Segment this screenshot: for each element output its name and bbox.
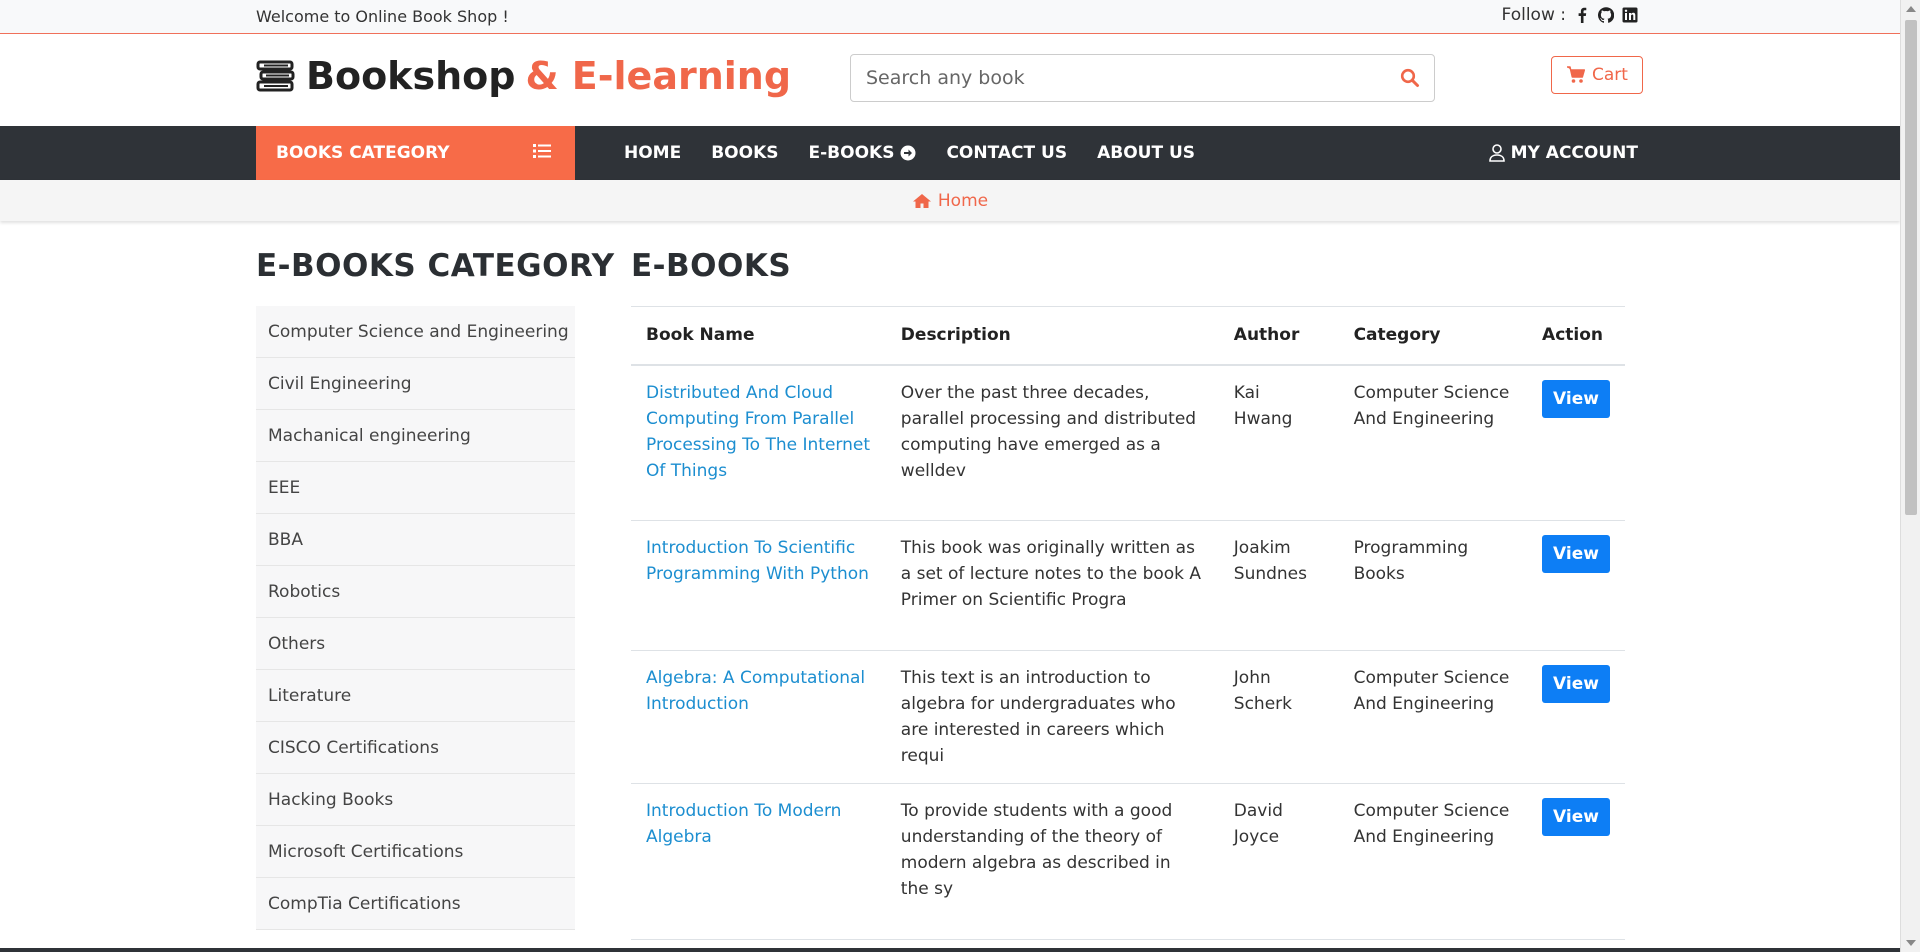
book-author: Kai Hwang	[1218, 364, 1339, 521]
books-icon	[256, 60, 295, 92]
book-name-link[interactable]: Introduction To Modern Algebra	[631, 783, 886, 940]
ebooks-table: Book Name Description Author Category Ac…	[631, 306, 1625, 940]
nav-books[interactable]: BOOKS	[711, 143, 778, 163]
category-item[interactable]: EEE	[256, 462, 575, 514]
book-name-link[interactable]: Distributed And Cloud Computing From Par…	[631, 364, 886, 521]
books-category-button[interactable]: BOOKS CATEGORY	[256, 126, 575, 180]
action-cell: View	[1527, 783, 1625, 940]
column-header: Description	[885, 306, 1219, 366]
view-button[interactable]: View	[1542, 379, 1610, 418]
logo-accent-text: & E-learning	[525, 54, 792, 98]
table-row: Distributed And Cloud Computing From Par…	[631, 364, 1625, 521]
facebook-icon[interactable]	[1574, 7, 1590, 23]
book-name-link[interactable]: Introduction To Scientific Programming W…	[631, 520, 886, 651]
nav-ebooks-label: E-BOOKS	[808, 143, 895, 163]
nav-items: HOME BOOKS E-BOOKS CONTACT US ABOUT US	[624, 126, 1225, 180]
sidebar-title: E-BOOKS CATEGORY	[256, 248, 615, 284]
column-header: Category	[1338, 306, 1528, 366]
category-item[interactable]: CISCO Certifications	[256, 722, 575, 774]
book-category: Computer Science And Engineering	[1338, 650, 1528, 784]
cart-icon	[1567, 66, 1586, 83]
book-author: John Scherk	[1218, 650, 1339, 784]
book-description: Over the past three decades, parallel pr…	[885, 364, 1219, 521]
breadcrumb: Home	[0, 180, 1900, 221]
column-header: Author	[1218, 306, 1339, 366]
header: Bookshop & E-learning Cart	[0, 34, 1900, 126]
user-icon	[1488, 144, 1505, 162]
book-description: This text is an introduction to algebra …	[885, 650, 1219, 784]
category-list: Computer Science and Engineering Civil E…	[256, 306, 575, 930]
logo-main-text: Bookshop	[306, 54, 516, 98]
nav-about[interactable]: ABOUT US	[1097, 143, 1195, 163]
category-item[interactable]: Computer Science and Engineering	[256, 306, 575, 358]
page-scrollbar[interactable]	[1900, 0, 1920, 952]
book-description: To provide students with a good understa…	[885, 783, 1219, 940]
category-item[interactable]: Hacking Books	[256, 774, 575, 826]
nav-contact[interactable]: CONTACT US	[946, 143, 1067, 163]
view-button[interactable]: View	[1542, 798, 1610, 836]
column-header: Action	[1527, 306, 1625, 366]
list-icon	[533, 144, 551, 158]
search-box	[850, 54, 1435, 102]
cart-button[interactable]: Cart	[1551, 56, 1643, 94]
nav-home[interactable]: HOME	[624, 143, 681, 163]
books-category-label: BOOKS CATEGORY	[276, 143, 450, 163]
view-button[interactable]: View	[1542, 665, 1610, 703]
table-header-row: Book Name Description Author Category Ac…	[631, 306, 1625, 366]
arrow-circle-right-icon	[900, 145, 916, 161]
book-author: Joakim Sundnes	[1218, 520, 1339, 651]
category-item[interactable]: Others	[256, 618, 575, 670]
category-item[interactable]: Machanical engineering	[256, 410, 575, 462]
scroll-up-arrow-icon[interactable]	[1906, 6, 1916, 12]
category-item[interactable]: Microsoft Certifications	[256, 826, 575, 878]
book-description: This book was originally written as a se…	[885, 520, 1219, 651]
book-category: Computer Science And Engineering	[1338, 783, 1528, 940]
github-icon[interactable]	[1598, 7, 1614, 23]
cart-label: Cart	[1592, 65, 1628, 85]
scrollbar-thumb[interactable]	[1905, 20, 1917, 515]
site-logo[interactable]: Bookshop & E-learning	[256, 54, 791, 98]
follow-label: Follow :	[1501, 5, 1566, 25]
category-item[interactable]: Civil Engineering	[256, 358, 575, 410]
main-nav: BOOKS CATEGORY HOME BOOKS E-BOOKS CONTAC…	[0, 126, 1900, 180]
table-row: Introduction To Modern Algebra To provid…	[631, 783, 1625, 940]
search-icon[interactable]	[1400, 68, 1420, 88]
bottom-strip	[0, 948, 1900, 952]
view-button[interactable]: View	[1542, 535, 1610, 573]
top-bar: Welcome to Online Book Shop ! Follow :	[0, 0, 1900, 34]
column-header: Book Name	[631, 306, 886, 366]
category-item[interactable]: BBA	[256, 514, 575, 566]
book-category: Programming Books	[1338, 520, 1528, 651]
home-icon	[912, 193, 931, 208]
book-author: David Joyce	[1218, 783, 1339, 940]
category-item[interactable]: CompTia Certifications	[256, 878, 575, 930]
table-row: Introduction To Scientific Programming W…	[631, 520, 1625, 651]
my-account-link[interactable]: MY ACCOUNT	[1488, 126, 1638, 180]
breadcrumb-home[interactable]: Home	[938, 191, 988, 211]
follow-links: Follow :	[1502, 5, 1638, 25]
nav-ebooks[interactable]: E-BOOKS	[809, 143, 917, 163]
action-cell: View	[1527, 364, 1625, 521]
category-item[interactable]: Literature	[256, 670, 575, 722]
action-cell: View	[1527, 520, 1625, 651]
search-input[interactable]	[851, 55, 1371, 101]
welcome-text: Welcome to Online Book Shop !	[256, 7, 509, 26]
scroll-down-arrow-icon[interactable]	[1906, 940, 1916, 946]
book-name-link[interactable]: Algebra: A Computational Introduction	[631, 650, 886, 784]
book-category: Computer Science And Engineering	[1338, 364, 1528, 521]
page-title: E-BOOKS	[631, 248, 792, 284]
my-account-label: MY ACCOUNT	[1510, 143, 1638, 163]
linkedin-icon[interactable]	[1622, 7, 1638, 23]
table-row: Algebra: A Computational Introduction Th…	[631, 650, 1625, 784]
category-item[interactable]: Robotics	[256, 566, 575, 618]
action-cell: View	[1527, 650, 1625, 784]
